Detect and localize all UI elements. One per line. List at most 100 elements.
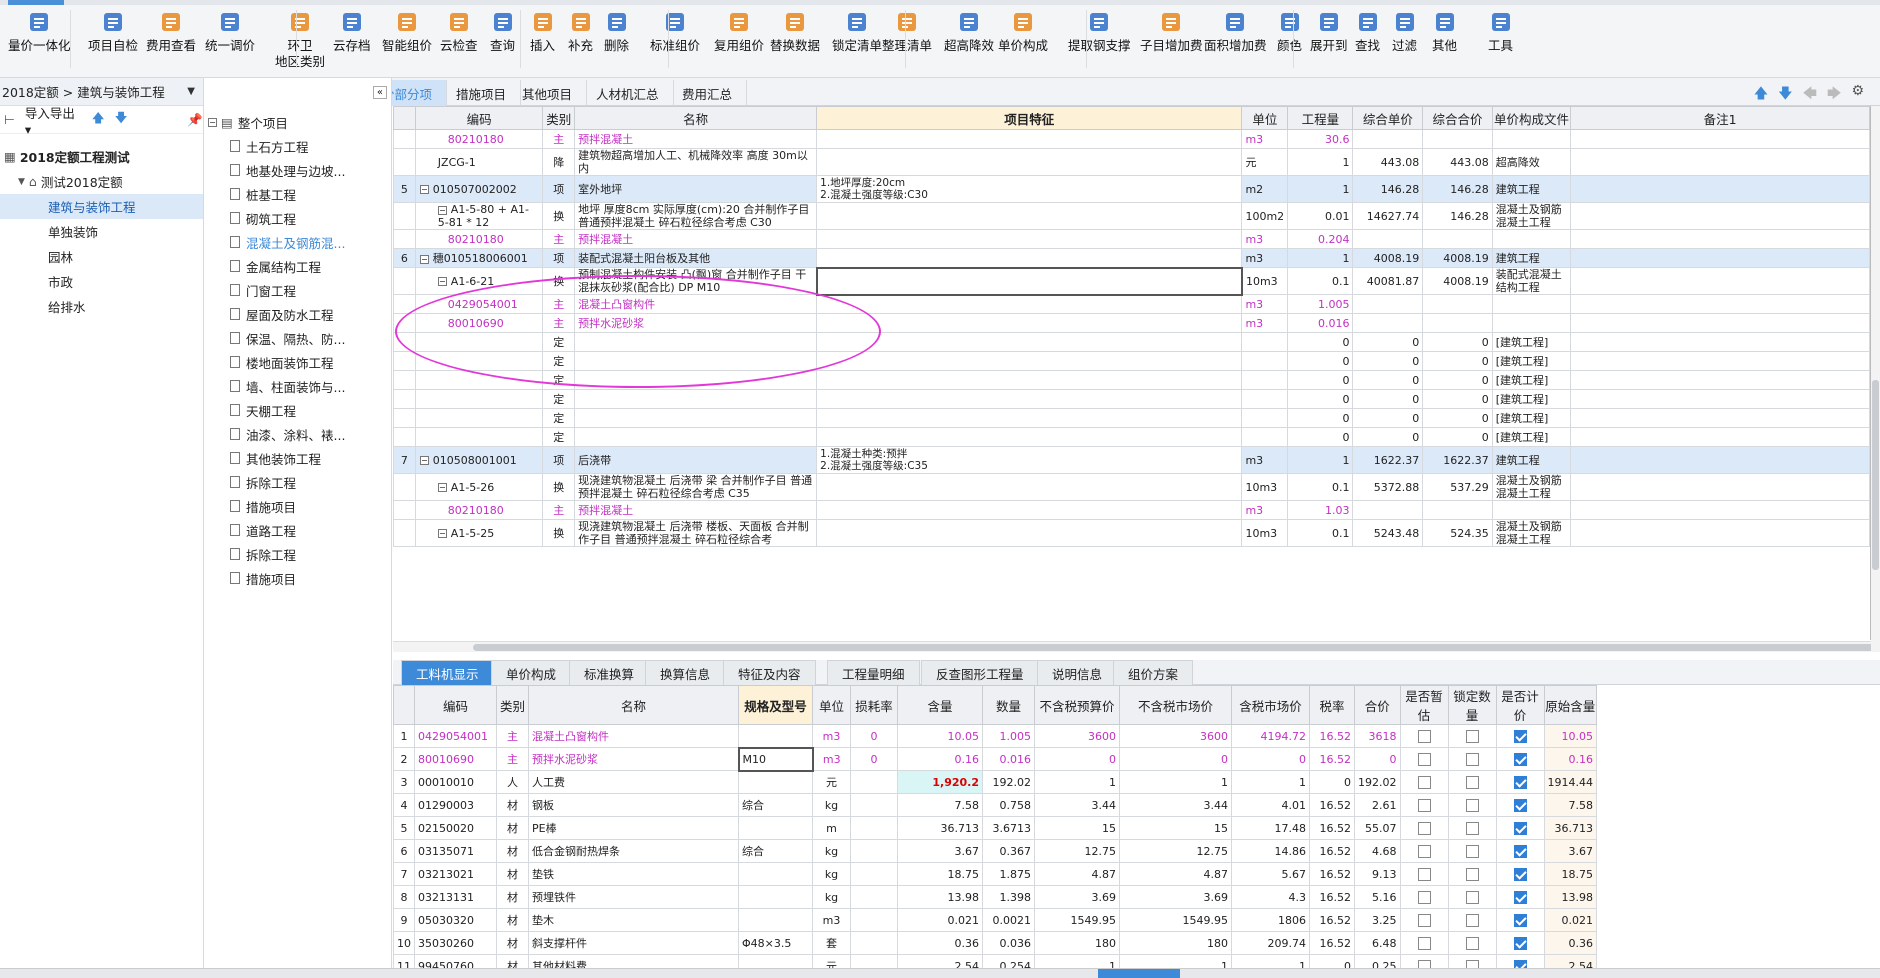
cell-_[interactable]: [1570, 267, 1870, 295]
table-row[interactable]: 7−010508001001 项后浇带 1.混凝土种类:预拌 2.混凝土强度等级:C…: [393, 446, 1870, 474]
toolbar-button-15[interactable]: 锁定清单: [832, 10, 882, 74]
cell-file[interactable]: [1491, 500, 1572, 520]
checkbox[interactable]: [1513, 821, 1527, 835]
cell-code[interactable]: 03213021: [414, 862, 497, 886]
cell-spec[interactable]: M10: [737, 746, 814, 772]
cell-code[interactable]: −010507002002: [414, 175, 544, 203]
cell-cat[interactable]: 换: [542, 473, 576, 501]
cell-unit[interactable]: kg: [812, 793, 851, 817]
cell-up[interactable]: 0: [1352, 427, 1424, 447]
table-row[interactable]: 4 01290003 材钢板 综合 kg 7.58 0.758 3.44 3.44 4.01 16.…: [393, 793, 1597, 817]
cell-feat[interactable]: [816, 370, 1243, 390]
col-header[interactable]: 编码: [414, 685, 497, 725]
detail-tab-5[interactable]: 工程量明细: [827, 660, 920, 685]
cell-unit[interactable]: m3: [1241, 248, 1289, 268]
cell-feat[interactable]: [816, 427, 1243, 447]
cell-feat[interactable]: [816, 351, 1243, 371]
table-row[interactable]: 8 03213131 材预埋铁件 kg 13.98 1.398 3.69 3.69 4.3 16.…: [393, 885, 1597, 909]
cell-content[interactable]: 1,920.2: [897, 770, 983, 794]
cell-tax[interactable]: 209.74: [1231, 931, 1310, 955]
tab-5[interactable]: 人材机汇总: [582, 80, 674, 106]
arrow-up-icon[interactable]: 🡅: [1754, 83, 1768, 107]
cell-unit[interactable]: [1241, 370, 1289, 390]
cell-code[interactable]: [414, 389, 544, 409]
status-button[interactable]: [1098, 969, 1180, 978]
cell-no[interactable]: [393, 427, 416, 447]
tab-6[interactable]: 费用汇总: [668, 80, 748, 106]
cell-tp[interactable]: 0: [1422, 408, 1493, 428]
cell-name[interactable]: 地坪 厚度8cm 实际厚度(cm):20 合并制作子目 普通预拌混凝土 碎石粒径…: [574, 202, 818, 230]
project-tree-node[interactable]: 给排水: [0, 294, 203, 319]
cell-name[interactable]: 混凝土凸窗构件: [528, 724, 739, 748]
toolbar-button-26[interactable]: 其他: [1432, 10, 1457, 74]
cell-tp[interactable]: 537.29: [1422, 473, 1493, 501]
toolbar-button-16[interactable]: 整理清单: [882, 10, 932, 74]
cell-rate[interactable]: 16.52: [1309, 908, 1355, 932]
cell-no[interactable]: [393, 148, 416, 176]
table-row[interactable]: 2 80010690 主预拌水泥砂浆 M10 m3 0 0.16 0.016 0 0 0 16.52 0…: [393, 746, 1597, 772]
toolbar-button-2[interactable]: 费用查看: [146, 10, 196, 74]
cell-pre[interactable]: 3.44: [1034, 793, 1120, 817]
cell-up[interactable]: 146.28: [1352, 175, 1424, 203]
toolbar-button-18[interactable]: 单价构成: [998, 10, 1048, 74]
table-row[interactable]: 5−010507002002 项室外地坪 1.地坪厚度:20cm 2.混凝土强度等级…: [393, 175, 1870, 203]
cell-name[interactable]: 预拌水泥砂浆: [574, 313, 818, 333]
toolbar-button-25[interactable]: 过滤: [1392, 10, 1417, 74]
cell-code[interactable]: 80010690: [414, 313, 544, 333]
cell-cat[interactable]: 主: [542, 500, 576, 520]
cell-tax[interactable]: 4.01: [1231, 793, 1310, 817]
cell-tax[interactable]: 17.48: [1231, 816, 1310, 840]
subtree-item[interactable]: 道路工程: [204, 518, 391, 542]
cell-no[interactable]: [393, 408, 416, 428]
cell-spec[interactable]: 综合: [738, 839, 813, 863]
cell-feat[interactable]: 1.混凝土种类:预拌 2.混凝土强度等级:C35: [816, 446, 1243, 474]
cell-mkt[interactable]: 0: [1119, 747, 1232, 771]
subtree-item[interactable]: 桩基工程: [204, 182, 391, 206]
cell-unit[interactable]: [1241, 408, 1289, 428]
cell-up[interactable]: 0: [1352, 408, 1424, 428]
cell-feat[interactable]: [816, 473, 1243, 501]
cell-qty[interactable]: 0: [1287, 427, 1354, 447]
cell-code[interactable]: [414, 427, 544, 447]
cell-content[interactable]: 7.58: [897, 793, 983, 817]
table-row[interactable]: JZCG-1 降建筑物超高增加人工、机械降效率 高度 30m以内元 1 443.08 4…: [393, 148, 1870, 176]
cell-no[interactable]: 2: [393, 747, 415, 771]
cell-unit[interactable]: 100m2: [1241, 202, 1289, 230]
cell-qty[interactable]: 0.036: [982, 931, 1035, 955]
tab-4[interactable]: 其他项目: [508, 80, 588, 106]
cell-up[interactable]: 0: [1352, 370, 1424, 390]
cell-total[interactable]: 5.16: [1354, 885, 1401, 909]
cell-total[interactable]: 4.68: [1354, 839, 1401, 863]
cell-code[interactable]: [414, 351, 544, 371]
cell-unit[interactable]: m3: [1241, 129, 1289, 149]
cell-mkt[interactable]: 3.69: [1119, 885, 1232, 909]
cell-loss[interactable]: [850, 908, 898, 932]
table-row[interactable]: 7 03213021 材垫铁 kg 18.75 1.875 4.87 4.87 5.67 16.5…: [393, 862, 1597, 886]
cell-tp[interactable]: 1622.37: [1422, 446, 1493, 474]
checkbox[interactable]: [1417, 959, 1431, 968]
collapse-icon[interactable]: −: [208, 117, 217, 127]
cell-code[interactable]: − 穗010518006001: [414, 248, 544, 268]
cell-no[interactable]: [393, 129, 416, 149]
table-row[interactable]: 80210180 主预拌混凝土 m3 30.6: [393, 129, 1870, 149]
cell-orig[interactable]: 10.05: [1543, 724, 1597, 748]
cell-no[interactable]: [393, 500, 416, 520]
toolbar-button-8[interactable]: 查询: [490, 10, 515, 74]
cell-rate[interactable]: 0: [1309, 954, 1355, 968]
cell-up[interactable]: 443.08: [1352, 148, 1424, 176]
vertical-scrollbar[interactable]: [1871, 106, 1880, 652]
table-row[interactable]: 定 0 0 0 [建筑工程]: [393, 408, 1870, 428]
cell-file[interactable]: 混凝土及钢筋混凝土工程: [1491, 202, 1572, 230]
cell-up[interactable]: 0: [1352, 332, 1424, 352]
toolbar-button-20[interactable]: 子目增加费: [1140, 10, 1203, 74]
cell-unit[interactable]: m3: [1241, 500, 1289, 520]
cell-_[interactable]: [1570, 294, 1870, 314]
checkbox[interactable]: [1465, 752, 1479, 766]
col-header[interactable]: 税率: [1309, 685, 1355, 725]
cell-qty[interactable]: 0: [1287, 332, 1354, 352]
cell-_[interactable]: [1570, 332, 1870, 352]
cell-mkt[interactable]: 15: [1119, 816, 1232, 840]
arrow-down-icon[interactable]: 🡇: [1778, 83, 1792, 107]
cell-qty[interactable]: 0.1: [1287, 473, 1354, 501]
project-tree-node[interactable]: ▦ 2018定额工程测试: [0, 144, 203, 169]
